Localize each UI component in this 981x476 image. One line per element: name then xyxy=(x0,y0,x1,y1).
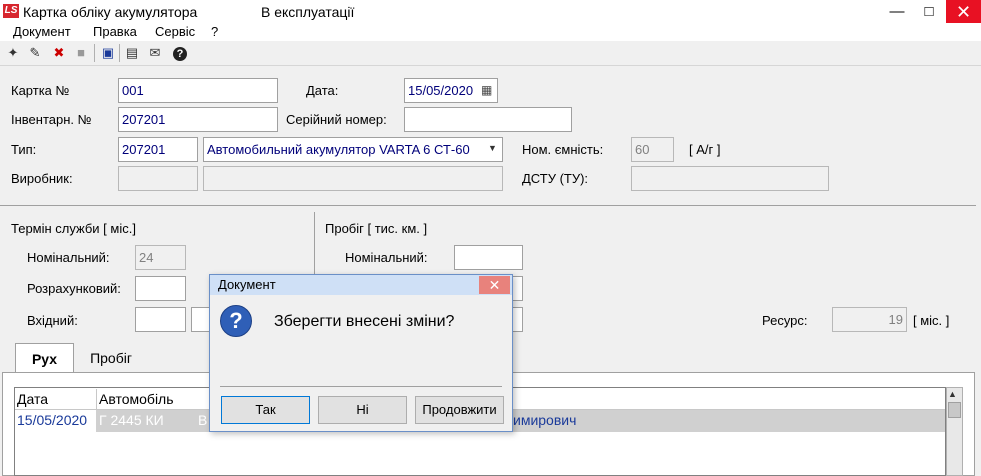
copy-doc-icon[interactable]: ■ xyxy=(72,44,90,62)
chevron-down-icon[interactable]: ▼ xyxy=(488,143,497,153)
yes-button[interactable]: Так xyxy=(221,396,310,424)
service-life-title: Термін служби [ міс.] xyxy=(11,221,136,236)
maker-code-field xyxy=(118,166,198,191)
grid-scrollbar[interactable] xyxy=(946,387,963,476)
resource-unit: [ міс. ] xyxy=(913,313,950,328)
mileage-nominal-label: Номінальний: xyxy=(345,250,428,265)
edit-doc-icon[interactable]: ✎ xyxy=(26,44,44,62)
card-number-field[interactable]: 001 xyxy=(118,78,278,103)
dialog-divider xyxy=(220,386,502,387)
card-number-label: Картка № xyxy=(11,83,70,98)
serial-label: Серійний номер: xyxy=(286,112,387,127)
dstu-label: ДСТУ (ТУ): xyxy=(522,171,589,186)
document-icon[interactable]: ▤ xyxy=(123,44,141,62)
close-icon[interactable]: ✕ xyxy=(946,0,981,24)
no-button[interactable]: Ні xyxy=(318,396,407,424)
dstu-field xyxy=(631,166,829,191)
maker-name-field xyxy=(203,166,503,191)
window-title: Картка обліку акумулятора xyxy=(23,4,198,20)
dialog-message: Зберегти внесені зміни? xyxy=(274,313,455,330)
table-cell-car: Г 2445 КИ xyxy=(99,412,164,428)
capacity-field: 60 xyxy=(631,137,674,162)
maker-label: Виробник: xyxy=(11,171,73,186)
service-nominal-label: Номінальний: xyxy=(27,250,110,265)
capacity-label: Ном. ємність: xyxy=(522,142,604,157)
menu-edit[interactable]: Правка xyxy=(93,24,137,39)
date-label: Дата: xyxy=(306,83,339,98)
grid-header-car[interactable]: Автомобіль xyxy=(99,389,174,409)
scroll-up-icon[interactable]: ▲ xyxy=(948,389,957,399)
dialog-title: Документ xyxy=(218,277,276,292)
service-input-label: Вхідний: xyxy=(27,313,78,328)
resource-label: Ресурс: xyxy=(762,313,808,328)
mail-icon[interactable]: ✉ xyxy=(146,44,164,62)
tab-movement[interactable]: Рух xyxy=(15,343,74,374)
service-input-extra-field[interactable] xyxy=(191,307,211,332)
type-select[interactable]: Автомобильний акумулятор VARTA 6 СТ-60 xyxy=(203,137,503,162)
capacity-unit: [ А/г ] xyxy=(689,142,721,157)
section-divider xyxy=(0,205,976,206)
window-status: В експлуатації xyxy=(261,4,355,20)
type-code-field[interactable]: 207201 xyxy=(118,137,198,162)
menu-document[interactable]: Документ xyxy=(13,24,71,39)
service-input-field[interactable] xyxy=(135,307,186,332)
serial-field[interactable] xyxy=(404,107,572,132)
help-icon[interactable]: ? xyxy=(171,44,189,62)
inventory-label: Інвентарн. № xyxy=(11,112,92,127)
menu-bar xyxy=(0,23,981,41)
grid-header-date[interactable]: Дата xyxy=(17,389,48,409)
menu-help[interactable]: ? xyxy=(211,24,218,39)
service-calculated-field[interactable] xyxy=(135,276,186,301)
new-doc-icon[interactable]: ✦ xyxy=(4,44,22,62)
continue-button[interactable]: Продовжити xyxy=(415,396,504,424)
scroll-thumb[interactable] xyxy=(948,402,961,418)
table-cell-driver: имирович xyxy=(513,412,577,428)
question-icon: ? xyxy=(220,305,252,337)
calendar-icon[interactable]: ▦ xyxy=(481,83,492,97)
table-cell-date: 15/05/2020 xyxy=(17,412,88,428)
date-value: 15/05/2020 xyxy=(408,83,474,98)
dialog-close-icon[interactable]: ✕ xyxy=(479,276,510,294)
type-name: Автомобильний акумулятор VARTA 6 СТ-60 xyxy=(207,142,470,157)
delete-doc-icon[interactable]: ✖ xyxy=(50,44,68,62)
resource-field: 19 xyxy=(832,307,907,332)
toolbar-separator xyxy=(119,44,120,62)
maximize-icon[interactable]: □ xyxy=(913,0,945,24)
tab-mileage[interactable]: Пробіг xyxy=(80,343,142,373)
toolbar-separator xyxy=(94,44,95,62)
menu-service[interactable]: Сервіс xyxy=(155,24,195,39)
service-nominal-field: 24 xyxy=(135,245,186,270)
type-label: Тип: xyxy=(11,142,37,157)
inventory-field[interactable]: 207201 xyxy=(118,107,278,132)
mileage-nominal-field[interactable] xyxy=(454,245,523,270)
minimize-icon[interactable]: — xyxy=(881,0,913,24)
save-icon[interactable]: ▣ xyxy=(99,44,117,62)
grid-header-divider xyxy=(96,389,97,409)
table-cell-extra: В xyxy=(198,412,208,428)
service-calculated-label: Розрахунковий: xyxy=(27,281,121,296)
mileage-title: Пробіг [ тис. км. ] xyxy=(325,221,428,236)
app-logo-icon: LS xyxy=(3,4,19,18)
